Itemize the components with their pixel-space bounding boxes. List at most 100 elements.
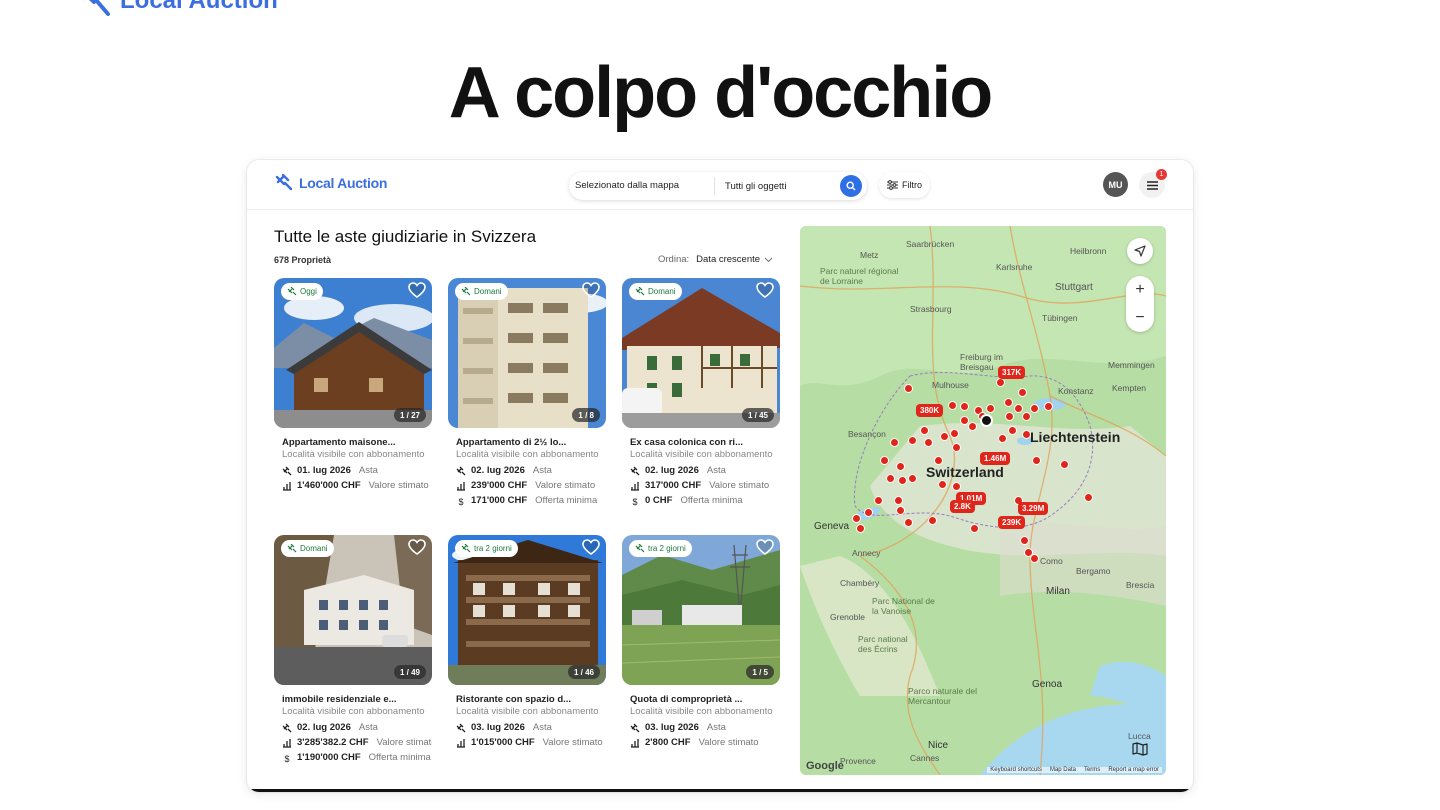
listing-marker[interactable] <box>880 456 889 465</box>
listing-marker[interactable] <box>896 462 905 471</box>
property-title[interactable]: Appartamento maisone... <box>274 437 432 448</box>
property-card[interactable]: Domani 1 / 8 Appartamento di 2½ lo... Lo… <box>448 278 606 506</box>
property-title[interactable]: Quota di comproprietà ... <box>622 694 780 705</box>
auction-date-row: 02. lug 2026 Asta <box>622 465 780 476</box>
keyboard-shortcuts-link[interactable]: Keyboard shortcuts <box>990 767 1042 773</box>
listing-marker[interactable] <box>1060 460 1069 469</box>
listing-marker[interactable] <box>1030 404 1039 413</box>
listing-marker[interactable] <box>904 384 913 393</box>
avatar[interactable]: MU <box>1103 172 1128 197</box>
listing-marker[interactable] <box>894 496 903 505</box>
listing-marker[interactable] <box>852 514 861 523</box>
listing-marker[interactable] <box>928 516 937 525</box>
listing-marker[interactable] <box>1005 412 1014 421</box>
property-photo[interactable]: Domani 1 / 49 <box>274 535 432 685</box>
listing-marker[interactable] <box>1022 430 1031 439</box>
selected-location-marker[interactable] <box>980 414 993 427</box>
listing-marker[interactable] <box>970 524 979 533</box>
favorite-heart-icon[interactable] <box>408 282 426 298</box>
property-card[interactable]: Domani 1 / 45 Ex casa colonica con ri...… <box>622 278 780 506</box>
price-marker[interactable]: 1.46M <box>980 452 1011 465</box>
listing-marker[interactable] <box>908 436 917 445</box>
listing-marker[interactable] <box>1020 536 1029 545</box>
price-marker[interactable]: 380K <box>916 404 944 417</box>
favorite-heart-icon[interactable] <box>582 282 600 298</box>
favorite-heart-icon[interactable] <box>756 282 774 298</box>
listing-marker[interactable] <box>908 474 917 483</box>
map-type-button[interactable] <box>1127 736 1153 762</box>
property-photo[interactable]: Oggi 1 / 27 <box>274 278 432 428</box>
price-marker[interactable]: 3.29M <box>1018 502 1049 515</box>
listing-marker[interactable] <box>874 496 883 505</box>
listing-marker[interactable] <box>1008 426 1017 435</box>
listing-marker[interactable] <box>920 426 929 435</box>
listing-marker[interactable] <box>1030 554 1039 563</box>
report-error-link[interactable]: Report a map error <box>1108 767 1159 773</box>
my-location-button[interactable] <box>1127 238 1153 264</box>
listing-marker[interactable] <box>952 482 961 491</box>
listing-marker[interactable] <box>968 422 977 431</box>
property-photo[interactable]: Domani 1 / 45 <box>622 278 780 428</box>
zoom-out-button[interactable]: − <box>1126 304 1154 332</box>
price-marker[interactable]: 317K <box>998 366 1026 379</box>
property-card[interactable]: Domani 1 / 49 immobile residenziale e...… <box>274 535 432 763</box>
search-bar[interactable]: Selezionato dalla mappa Tutti gli oggett… <box>569 172 867 200</box>
listing-marker[interactable] <box>1044 402 1053 411</box>
listing-marker[interactable] <box>1022 412 1031 421</box>
property-title[interactable]: Ex casa colonica con ri... <box>622 437 780 448</box>
listing-marker[interactable] <box>924 438 933 447</box>
listing-marker[interactable] <box>1018 388 1027 397</box>
listing-marker[interactable] <box>998 434 1007 443</box>
listing-marker[interactable] <box>996 378 1005 387</box>
listing-marker[interactable] <box>886 474 895 483</box>
brand-logo[interactable]: Local Auction <box>275 174 387 191</box>
property-card[interactable]: tra 2 giorni 1 / 46 Ristorante con spazi… <box>448 535 606 748</box>
search-button[interactable] <box>840 175 862 197</box>
top-brand-logo[interactable]: Local Auction <box>78 0 278 16</box>
property-photo[interactable]: tra 2 giorni 1 / 5 <box>622 535 780 685</box>
price-marker[interactable]: 239K <box>998 516 1026 529</box>
property-photo[interactable]: tra 2 giorni 1 / 46 <box>448 535 606 685</box>
property-card[interactable]: Oggi 1 / 27 Appartamento maisone... Loca… <box>274 278 432 491</box>
property-title[interactable]: Ristorante con spazio d... <box>448 694 606 705</box>
map-data-link[interactable]: Map Data <box>1050 767 1076 773</box>
listing-marker[interactable] <box>1014 404 1023 413</box>
listing-marker[interactable] <box>904 518 913 527</box>
map-label: Konstanz <box>1058 386 1094 396</box>
listing-marker[interactable] <box>864 508 873 517</box>
property-photo[interactable]: Domani 1 / 8 <box>448 278 606 428</box>
search-scope[interactable]: Selezionato dalla mappa <box>569 177 715 195</box>
chart-icon <box>283 738 291 748</box>
zoom-in-button[interactable]: + <box>1126 276 1154 304</box>
favorite-heart-icon[interactable] <box>408 539 426 555</box>
listing-marker[interactable] <box>1084 493 1093 502</box>
sort-dropdown[interactable]: Ordina: Data crescente <box>658 254 773 265</box>
listing-marker[interactable] <box>856 524 865 533</box>
listing-marker[interactable] <box>896 506 905 515</box>
map-view[interactable]: Metz Saarbrücken Heilbronn Karlsruhe Stu… <box>800 226 1166 775</box>
property-card[interactable]: tra 2 giorni 1 / 5 Quota di comproprietà… <box>622 535 780 748</box>
listing-marker[interactable] <box>898 476 907 485</box>
listing-marker[interactable] <box>1004 398 1013 407</box>
listing-marker[interactable] <box>938 480 947 489</box>
map-label: Nice <box>928 740 949 751</box>
listing-marker[interactable] <box>950 429 959 438</box>
listing-marker[interactable] <box>952 443 961 452</box>
listing-marker[interactable] <box>960 402 969 411</box>
listing-marker[interactable] <box>1032 456 1041 465</box>
listing-marker[interactable] <box>934 456 943 465</box>
favorite-heart-icon[interactable] <box>582 539 600 555</box>
map-label: Genoa <box>1032 679 1063 690</box>
menu-button[interactable]: 1 <box>1139 169 1167 198</box>
price-marker[interactable]: 2.8K <box>950 500 975 513</box>
filter-button[interactable]: Filtro <box>879 172 930 198</box>
terms-link[interactable]: Terms <box>1084 767 1100 773</box>
property-title[interactable]: Appartamento di 2½ lo... <box>448 437 606 448</box>
listing-marker[interactable] <box>948 401 957 410</box>
listing-marker[interactable] <box>890 438 899 447</box>
listing-marker[interactable] <box>940 432 949 441</box>
listing-marker[interactable] <box>986 404 995 413</box>
favorite-heart-icon[interactable] <box>756 539 774 555</box>
property-title[interactable]: immobile residenziale e... <box>274 694 432 705</box>
gavel-icon <box>635 544 645 553</box>
